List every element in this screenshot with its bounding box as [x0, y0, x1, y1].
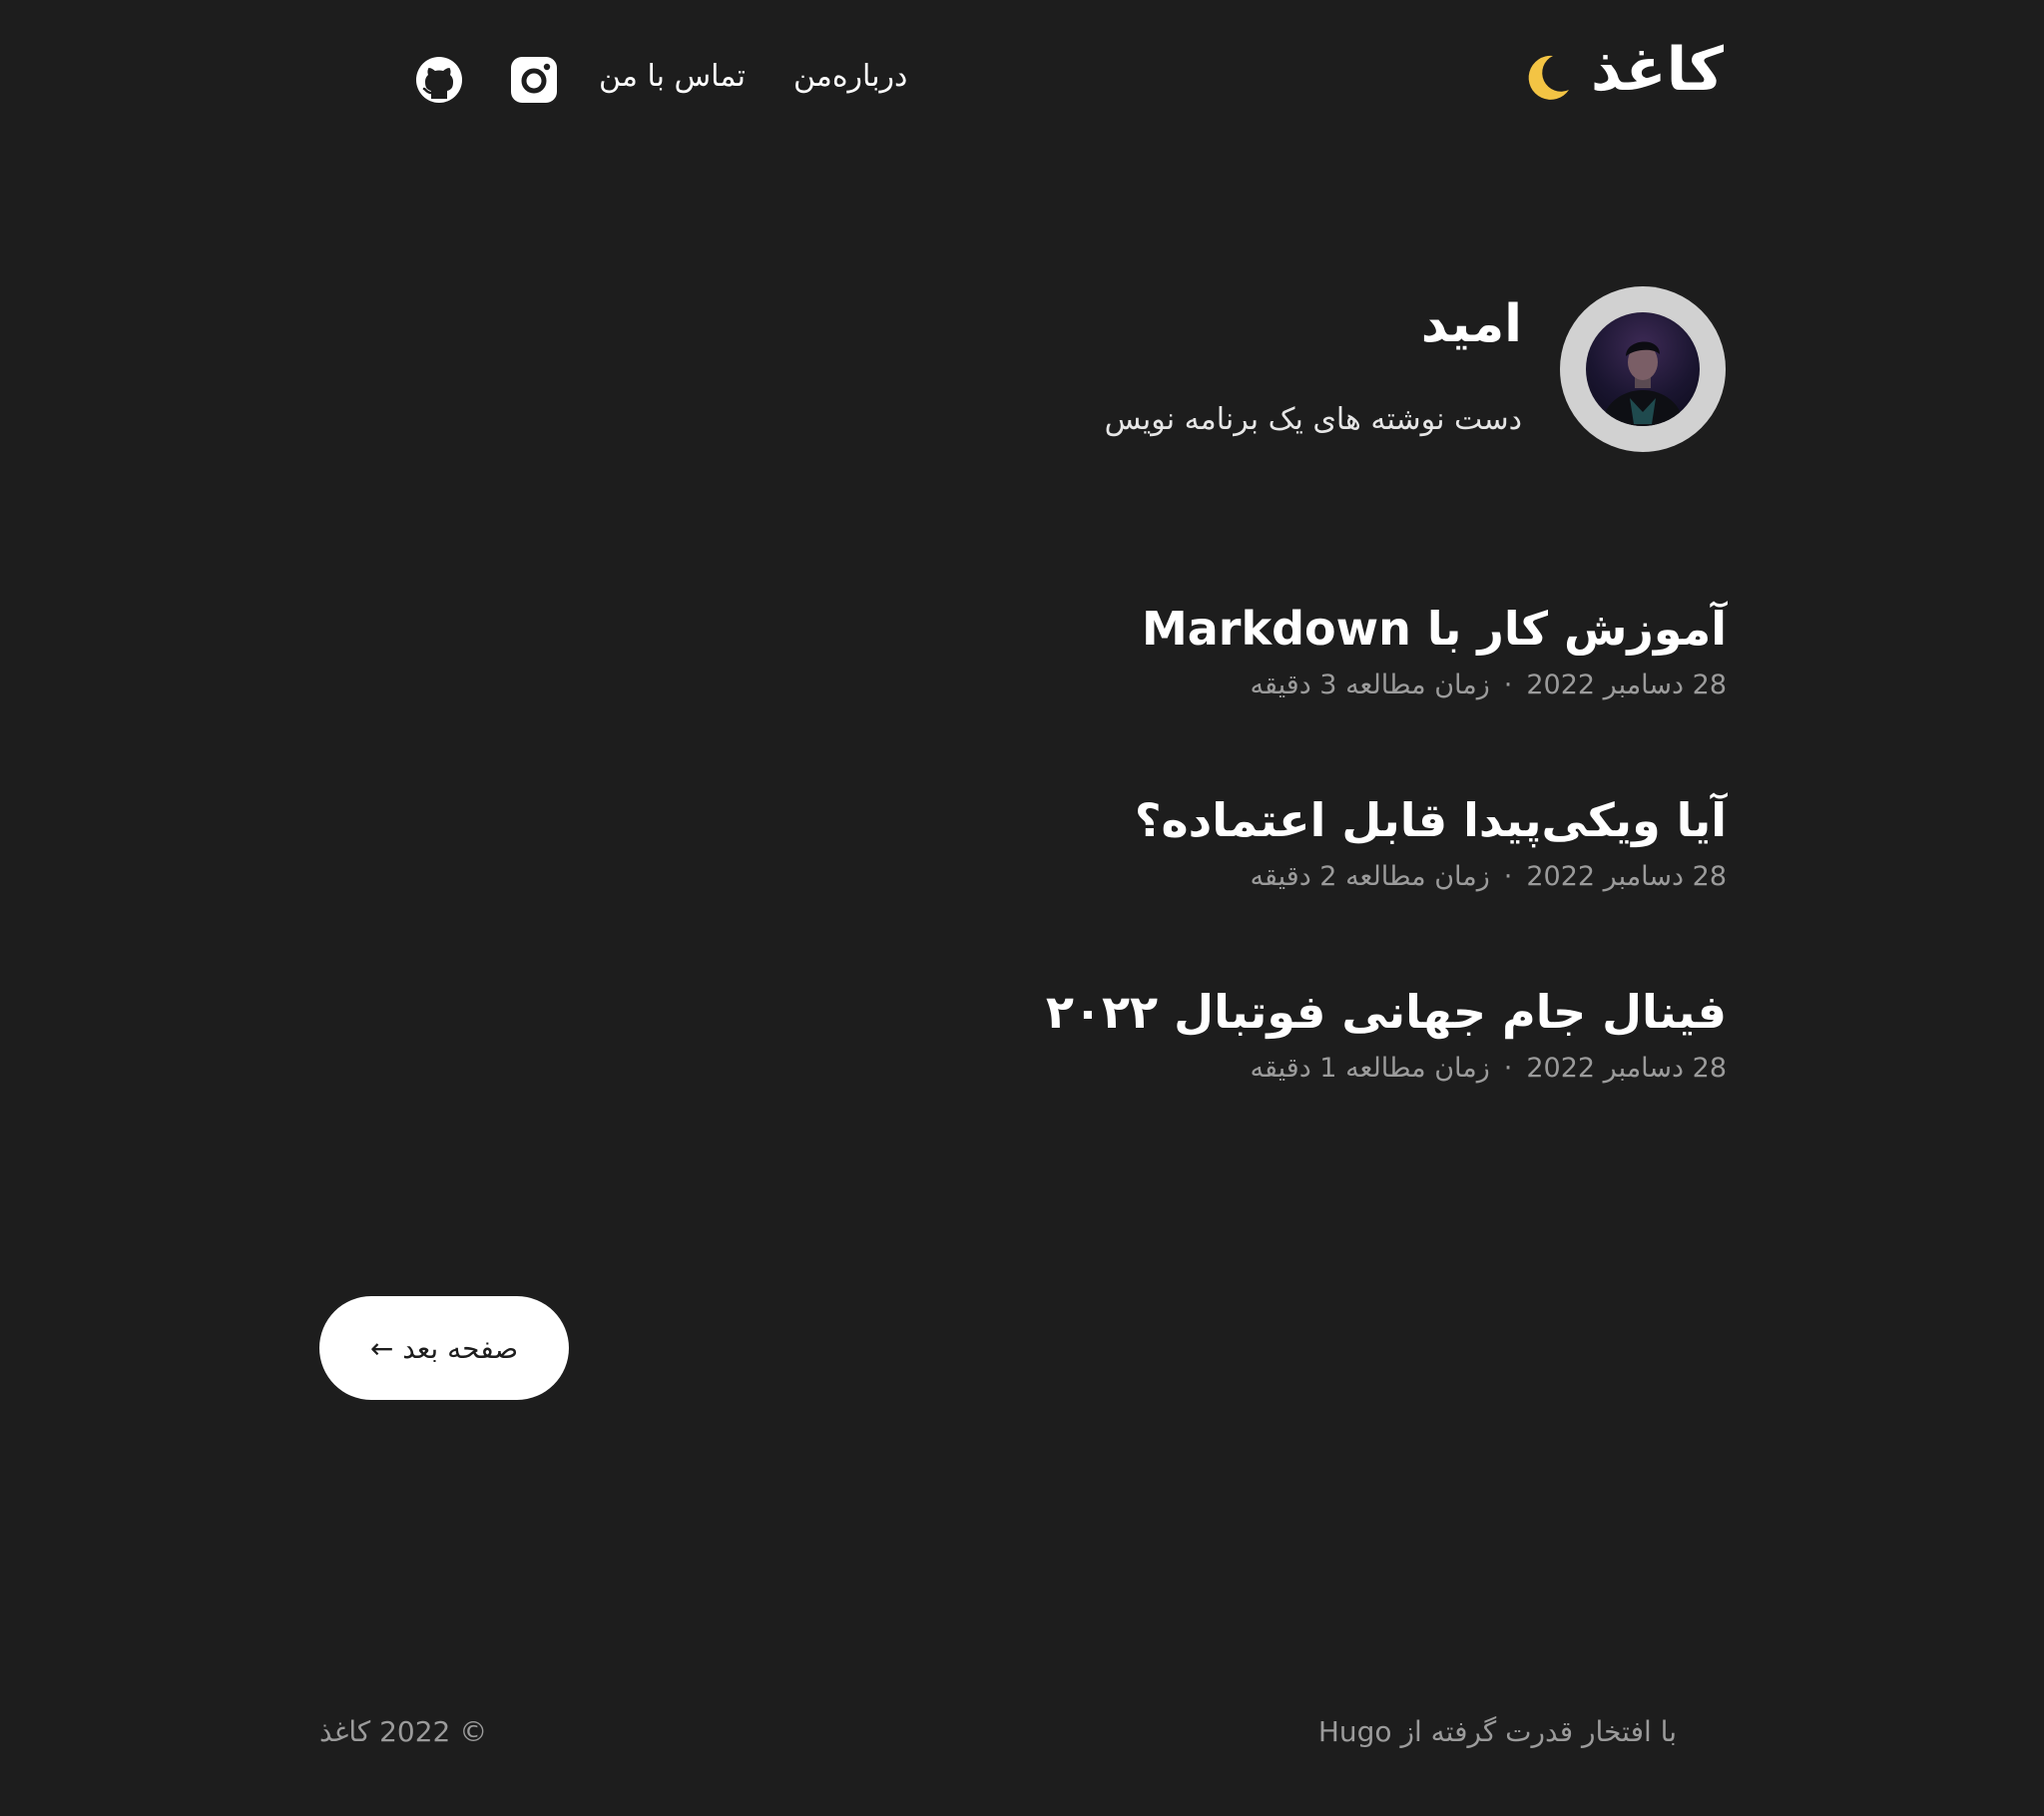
post-reading-time: زمان مطالعه 2 دقیقه [1250, 861, 1490, 892]
nav-about[interactable]: درباره‌من [793, 52, 907, 102]
post-title[interactable]: آموزش کار با Markdown [1142, 596, 1727, 662]
post-date: 28 دسامبر 2022 [1526, 1053, 1727, 1084]
post-item: فینال جام جهانی فوتبال ۲۰۲۲ 28 دسامبر 20… [1046, 979, 1727, 1089]
nav-contact[interactable]: تماس با من [599, 52, 746, 102]
profile-name: امید [1420, 294, 1522, 354]
profile-bio: دست نوشته های یک برنامه نویس [1104, 402, 1522, 437]
github-icon[interactable] [414, 55, 464, 105]
post-date: 28 دسامبر 2022 [1526, 670, 1727, 700]
nav-menu: درباره‌من تماس با من [599, 52, 907, 102]
post-reading-time: زمان مطالعه 1 دقیقه [1250, 1053, 1490, 1084]
footer-powered-by: با افتخار قدرت گرفته از Hugo [1318, 1710, 1677, 1754]
meta-separator: · [1503, 1053, 1513, 1084]
post-item: آموزش کار با Markdown 28 دسامبر 2022 · زما… [1142, 596, 1727, 705]
post-title[interactable]: آیا ویکی‌پیدا قابل اعتماده؟ [1135, 787, 1727, 853]
post-item: آیا ویکی‌پیدا قابل اعتماده؟ 28 دسامبر 20… [1135, 787, 1727, 897]
footer-copyright: © 2022 کاغذ [319, 1715, 488, 1748]
post-meta: 28 دسامبر 2022 · زمان مطالعه 3 دقیقه [1142, 666, 1728, 705]
avatar-photo-icon [1603, 341, 1683, 426]
powered-by-text: با افتخار قدرت گرفته از [1400, 1715, 1677, 1748]
meta-separator: · [1503, 670, 1513, 700]
post-reading-time: زمان مطالعه 3 دقیقه [1250, 670, 1490, 700]
moon-icon[interactable] [1519, 50, 1575, 106]
post-date: 28 دسامبر 2022 [1526, 861, 1727, 892]
avatar [1586, 312, 1700, 426]
post-meta: 28 دسامبر 2022 · زمان مطالعه 1 دقیقه [1046, 1049, 1728, 1089]
instagram-icon[interactable] [509, 55, 559, 105]
hugo-link[interactable]: Hugo [1318, 1715, 1392, 1748]
next-page-button[interactable]: صفحه بعد ← [319, 1296, 569, 1400]
site-title[interactable]: کاغذ [1591, 30, 1724, 110]
post-title[interactable]: فینال جام جهانی فوتبال ۲۰۲۲ [1046, 979, 1727, 1045]
post-meta: 28 دسامبر 2022 · زمان مطالعه 2 دقیقه [1135, 857, 1728, 897]
meta-separator: · [1503, 861, 1513, 892]
